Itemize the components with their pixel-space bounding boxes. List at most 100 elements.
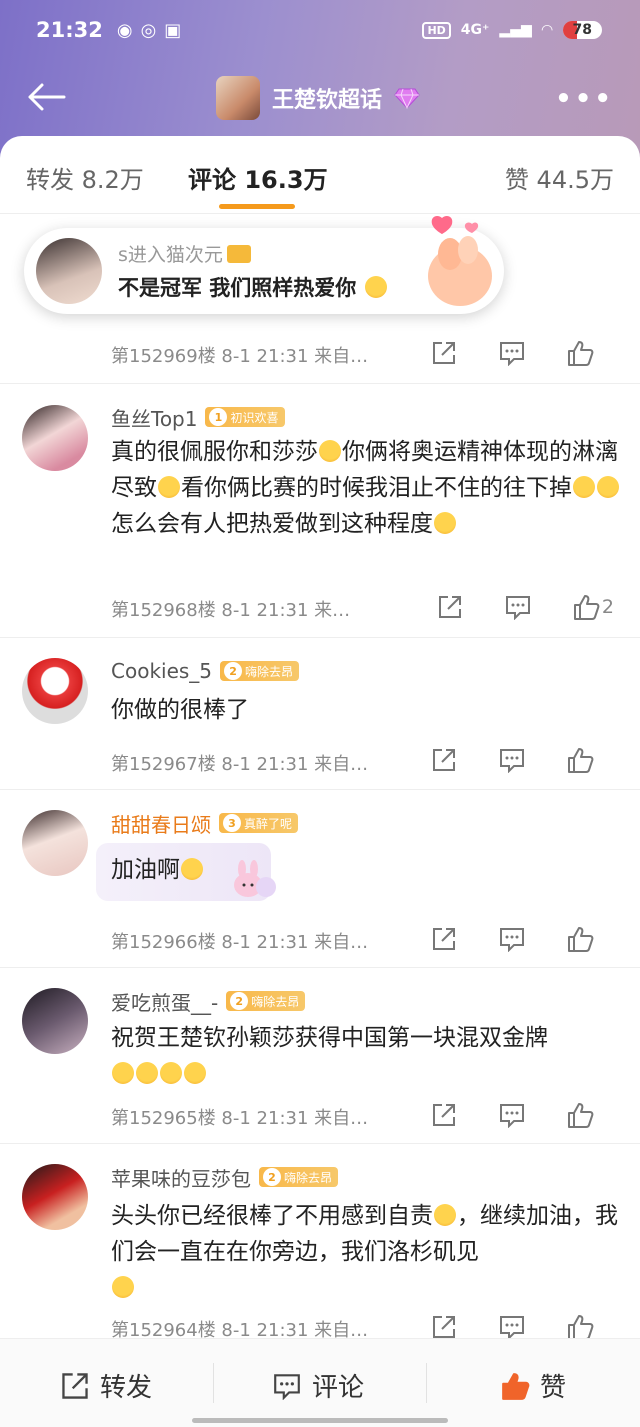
user-avatar[interactable] [22, 810, 88, 876]
supertopic-avatar [216, 76, 260, 120]
comment-meta: 第152965楼 8-1 21:31 来自… [111, 1108, 369, 1129]
gallery-icon: ▣ [164, 19, 182, 41]
comment-icon [500, 1316, 524, 1340]
supertopic-title[interactable]: 王楚钦超话 [216, 76, 420, 120]
repost-label: 转发 [100, 1373, 153, 1403]
cheering-emoji-icon [181, 858, 203, 880]
comment-icon [274, 1373, 300, 1400]
fan-level-badge: 2 嗨除去昂 [226, 991, 306, 1011]
back-arrow-icon [28, 83, 66, 111]
like-button[interactable] [546, 924, 614, 954]
comment-text: 加油啊 [111, 852, 620, 888]
username[interactable]: 苹果味的豆莎包 [111, 1163, 251, 1192]
thumbs-up-icon [568, 748, 594, 773]
bottom-action-bar: 转发 评论 赞 [0, 1338, 640, 1427]
thumbs-up-icon [573, 595, 600, 620]
tab-comments[interactable]: 评论 16.3万 [188, 160, 328, 195]
share-button[interactable] [410, 924, 478, 954]
crown-icon [226, 245, 251, 263]
share-icon [433, 928, 455, 950]
cheering-emoji-icon [160, 1062, 182, 1084]
badge-label: 嗨除去昂 [251, 994, 300, 1009]
comment-label: 评论 [312, 1373, 365, 1403]
user-avatar[interactable] [22, 988, 88, 1054]
badge-label: 嗨除去昂 [284, 1170, 333, 1185]
tab-likes[interactable]: 赞 44.5万 [505, 160, 614, 195]
like-label: 赞 [540, 1373, 567, 1403]
comment-actions: 2 [416, 592, 614, 622]
status-bar: 21:32 ◉ ◎ ▣ HD 4G⁺ ▂▄▆ ◠ 78 [36, 14, 602, 46]
comment-text: 真的很佩服你和莎莎 你俩将奥运精神体现的淋漓尽致 看你俩比赛的时候我泪止不住的往下掉… [111, 439, 619, 537]
username[interactable]: 鱼丝Top1 [111, 403, 197, 432]
reply-button[interactable] [478, 338, 546, 368]
share-button[interactable] [410, 745, 478, 775]
like-button[interactable] [546, 1100, 614, 1130]
share-button[interactable] [410, 338, 478, 368]
hug-emoji-icon [434, 1204, 456, 1226]
hd-indicator: HD [422, 21, 451, 39]
comment-actions [410, 338, 614, 368]
share-button[interactable] [416, 592, 484, 622]
signal-icon: ▂▄▆ [499, 22, 532, 38]
user-avatar[interactable] [22, 1164, 88, 1230]
comment-actions [410, 745, 614, 775]
comment-text: 祝贺王楚钦孙颖莎获得中国第一块混双金牌 [111, 1020, 620, 1092]
share-icon [62, 1372, 88, 1399]
badge-level: 3 [223, 814, 241, 832]
home-indicator[interactable] [192, 1418, 448, 1423]
fan-level-badge: 2 嗨除去昂 [220, 661, 300, 681]
name-row: 苹果味的豆莎包 2 嗨除去昂 [111, 1163, 339, 1192]
comment-button[interactable]: 评论 [272, 1367, 364, 1404]
thumbs-up-icon [568, 341, 594, 366]
comment-icon [500, 1104, 524, 1128]
badge-label: 真醉了呢 [244, 816, 293, 831]
share-icon [433, 749, 455, 771]
user-avatar[interactable] [22, 658, 88, 724]
name-row: 甜甜春日颂 3 真醉了呢 [111, 809, 299, 838]
share-button[interactable] [410, 1100, 478, 1130]
toast-message: 不是冠军 我们照样热爱你 [118, 272, 388, 302]
username[interactable]: 爱吃煎蛋__- [111, 987, 218, 1016]
like-post-button[interactable]: 赞 [500, 1367, 566, 1404]
thumbs-up-icon [568, 927, 594, 952]
comment-text: 你做的很棒了 [111, 697, 249, 723]
comment-item: 甜甜春日颂 3 真醉了呢 加油啊 第152966楼 8-1 21:31 来自… [0, 790, 640, 968]
user-avatar[interactable] [22, 405, 88, 471]
network-indicator: 4G⁺ [460, 22, 490, 38]
crying-emoji-icon [434, 512, 456, 534]
status-app-icons: ◉ ◎ ▣ [117, 20, 181, 41]
reply-button[interactable] [478, 924, 546, 954]
badge-level: 2 [224, 662, 243, 680]
reply-button[interactable] [484, 592, 552, 622]
battery-indicator: 78 [562, 21, 602, 39]
username[interactable]: Cookies_5 [111, 659, 212, 683]
share-icon [433, 1316, 455, 1338]
crying-emoji-icon [158, 476, 180, 498]
active-tab-indicator [219, 204, 295, 209]
share-icon [438, 596, 461, 618]
comment-item: 爱吃煎蛋__- 2 嗨除去昂 祝贺王楚钦孙颖莎获得中国第一块混双金牌 第15296… [0, 968, 640, 1144]
reply-button[interactable] [478, 745, 546, 775]
thumbs-up-icon [568, 1315, 594, 1340]
comment-item: Cookies_5 2 嗨除去昂 你做的很棒了 第152967楼 8-1 21:3… [0, 638, 640, 790]
repost-button[interactable]: 转发 [60, 1367, 152, 1404]
thumbs-up-icon [568, 1103, 594, 1128]
name-row: 爱吃煎蛋__- 2 嗨除去昂 [111, 987, 306, 1016]
reply-button[interactable] [478, 1100, 546, 1130]
name-row: Cookies_5 2 嗨除去昂 [111, 658, 300, 684]
badge-label: 初识欢喜 [230, 410, 279, 425]
more-options-button[interactable]: ••• [555, 84, 614, 114]
hug-emoji-icon [364, 276, 387, 298]
like-button[interactable] [546, 745, 614, 775]
back-button[interactable] [26, 82, 66, 112]
crying-emoji-icon [112, 1276, 134, 1298]
username[interactable]: 甜甜春日颂 [111, 809, 211, 838]
tab-repost[interactable]: 转发 8.2万 [26, 160, 144, 195]
heart-hand-icon [428, 216, 492, 306]
diamond-icon [394, 88, 420, 109]
comment-meta: 第152966楼 8-1 21:31 来自… [111, 932, 369, 953]
comment-icon [500, 749, 524, 773]
name-row: 鱼丝Top1 1 初识欢喜 [111, 403, 285, 432]
like-button[interactable] [546, 338, 614, 368]
thumbs-up-icon [502, 1372, 530, 1400]
